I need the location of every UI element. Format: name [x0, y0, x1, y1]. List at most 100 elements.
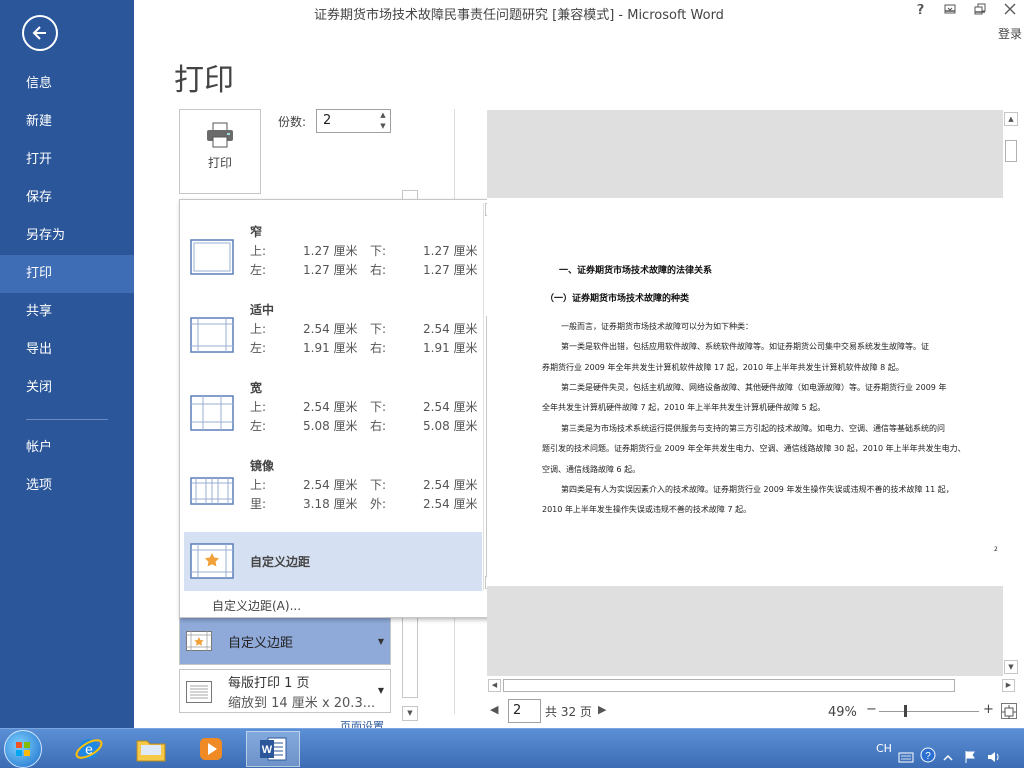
start-button[interactable]: [4, 730, 42, 768]
scroll-down-icon[interactable]: ▼: [1004, 660, 1018, 674]
scroll-right-icon[interactable]: ▶: [1002, 679, 1015, 692]
taskbar-media-player[interactable]: [184, 731, 238, 767]
value: 2.54 厘米: [423, 400, 478, 414]
taskbar-explorer[interactable]: [124, 731, 178, 767]
nav-share[interactable]: 共享: [0, 293, 134, 331]
help-btn[interactable]: ?: [911, 3, 931, 18]
page-number-input[interactable]: 2: [508, 699, 541, 723]
minimize-btn[interactable]: [940, 3, 960, 19]
taskbar-ie[interactable]: e: [62, 731, 116, 767]
label: 左:: [250, 341, 267, 355]
preview-scroll-thumb[interactable]: [1005, 140, 1017, 162]
label: 上:: [250, 478, 267, 492]
preview-vertical-scrollbar[interactable]: ▲ ▼: [1003, 110, 1019, 676]
nav-account[interactable]: 帐户: [0, 429, 134, 467]
doc-line: 第二类是硬件失灵，包括主机故障、网络设备故障、其他硬件故障（如电源故障）等。证券…: [561, 383, 947, 392]
page-setup-link[interactable]: 页面设置: [340, 718, 384, 728]
custom-margin-star-icon: [190, 543, 234, 579]
copies-value: 2: [323, 113, 332, 128]
scroll-left-icon[interactable]: ◀: [488, 679, 501, 692]
label: 外:: [370, 497, 387, 511]
previous-page-icon[interactable]: ◀: [490, 703, 498, 716]
doc-line: 第一类是软件出错，包括应用软件故障、系统软件故障等。如证券期货公司集中交易系统发…: [561, 342, 929, 351]
title-bar: 证券期货市场技术故障民事责任问题研究 [兼容模式] - Microsoft Wo…: [134, 0, 1024, 26]
nav-save-as[interactable]: 另存为: [0, 217, 134, 255]
zoom-in-button[interactable]: +: [983, 702, 994, 717]
speaker-icon: [988, 752, 999, 762]
margin-wide-icon: [190, 395, 234, 431]
label: 下:: [370, 400, 387, 414]
settings-scroll-down-icon[interactable]: ▼: [402, 706, 418, 721]
margin-option-narrow[interactable]: 窄 上: 1.27 厘米 下: 1.27 厘米 左: 1.27 厘米 右: 1.27 厘米: [184, 223, 482, 299]
value: 1.27 厘米: [303, 244, 358, 258]
restore-button[interactable]: [970, 3, 990, 19]
volume-icon[interactable]: [986, 741, 1002, 762]
nav-export[interactable]: 导出: [0, 331, 134, 369]
copies-down-icon[interactable]: ▼: [378, 122, 388, 131]
value: 2.54 厘米: [303, 322, 358, 336]
print-button-label: 打印: [207, 156, 232, 170]
zoom-slider[interactable]: [879, 711, 979, 712]
copies-input[interactable]: 2 ▲ ▼: [316, 109, 391, 133]
nav-open[interactable]: 打开: [0, 141, 134, 179]
keyboard-icon[interactable]: [898, 741, 914, 763]
scale-to-value: 缩放到 14 厘米 x 20.3...: [228, 696, 376, 711]
back-arrow-icon: [32, 26, 46, 40]
backstage-sidebar: 信息 新建 打开 保存 另存为 打印 共享 导出 关闭 帐户 选项: [0, 0, 134, 728]
margin-option-moderate[interactable]: 适中 上: 2.54 厘米 下: 2.54 厘米 左: 1.91 厘米 右: 1.91 厘米: [184, 301, 482, 377]
doc-line: 券期货行业 2009 年全年共发生计算机软件故障 17 起，2010 年上半年共…: [542, 363, 904, 372]
windows-logo-icon: [16, 742, 30, 756]
nav-print[interactable]: 打印: [0, 255, 134, 293]
tray-language[interactable]: CH: [876, 729, 892, 768]
custom-margins-link[interactable]: 自定义边距(A)...: [212, 597, 301, 614]
zoom-level[interactable]: 49%: [828, 705, 857, 720]
zoom-slider-handle[interactable]: [904, 705, 907, 717]
value: 1.27 厘米: [423, 244, 478, 258]
label: 下:: [370, 244, 387, 258]
fit-to-window-icon[interactable]: [1001, 703, 1017, 719]
option-title: 窄: [250, 225, 263, 239]
preview-hscroll-thumb[interactable]: [503, 679, 955, 692]
margin-mirrored-icon: [190, 477, 234, 505]
doc-line: 2010 年上半年发生操作失误或违规不善的技术故障 7 起。: [542, 505, 752, 514]
nav-new[interactable]: 新建: [0, 103, 134, 141]
nav-divider: [26, 419, 108, 420]
folder-icon: [136, 740, 166, 762]
tray-expand-icon[interactable]: [942, 741, 954, 761]
label: 左:: [250, 419, 267, 433]
window-title: 证券期货市场技术故障民事责任问题研究 [兼容模式] - Microsoft Wo…: [314, 8, 724, 23]
label: 里:: [250, 497, 267, 511]
nav-options[interactable]: 选项: [0, 467, 134, 505]
nav-close[interactable]: 关闭: [0, 369, 134, 407]
doc-line: 题引发的技术问题。证券期货行业 2009 年全年共发生电力、空调、通信线路故障 …: [542, 444, 966, 453]
nav-save[interactable]: 保存: [0, 179, 134, 217]
value: 2.54 厘米: [423, 478, 478, 492]
preview-horizontal-scrollbar[interactable]: ◀ ▶: [487, 678, 1017, 693]
taskbar: e W CH ?: [0, 728, 1024, 768]
copies-up-icon[interactable]: ▲: [378, 111, 388, 120]
margin-option-wide[interactable]: 宽 上: 2.54 厘米 下: 2.54 厘米 左: 5.08 厘米 右: 5.08 厘米: [184, 379, 482, 455]
scroll-up-icon[interactable]: ▲: [1004, 112, 1018, 126]
value: 1.27 厘米: [423, 263, 478, 277]
zoom-out-button[interactable]: −: [866, 702, 877, 717]
back-button[interactable]: [22, 15, 58, 51]
margin-option-mirrored[interactable]: 镜像 上: 2.54 厘米 下: 2.54 厘米 里: 3.18 厘米 外: 2.54 厘米: [184, 457, 482, 533]
nav-info[interactable]: 信息: [0, 65, 134, 103]
help-tray-icon[interactable]: ?: [920, 740, 936, 763]
media-player-icon: [200, 738, 222, 760]
margin-option-custom[interactable]: 自定义边距: [184, 532, 482, 591]
doc-line: 第三类是为市场技术系统运行提供服务与支持的第三方引起的技术故障。如电力、空调、通…: [561, 424, 945, 433]
pages-per-sheet-select[interactable]: 每版打印 1 页 缩放到 14 厘米 x 20.3... ▼: [179, 669, 391, 713]
value: 2.54 厘米: [303, 400, 358, 414]
next-page-icon[interactable]: ▶: [598, 703, 606, 716]
restore-icon: [974, 3, 986, 15]
flag-icon[interactable]: [964, 741, 976, 763]
print-button[interactable]: 打印: [179, 109, 261, 194]
close-window-button[interactable]: [1000, 3, 1020, 19]
doc-line: 一般而言，证券期货市场技术故障可以分为如下种类：: [561, 322, 753, 331]
printer-icon: [207, 122, 233, 148]
taskbar-word[interactable]: W: [246, 731, 300, 767]
doc-line: 全年共发生计算机硬件故障 7 起，2010 年上半年共发生计算机硬件故障 5 起…: [542, 403, 826, 412]
margin-select[interactable]: 自定义边距 ▼: [179, 616, 391, 665]
login-link[interactable]: 登录: [998, 25, 1022, 42]
